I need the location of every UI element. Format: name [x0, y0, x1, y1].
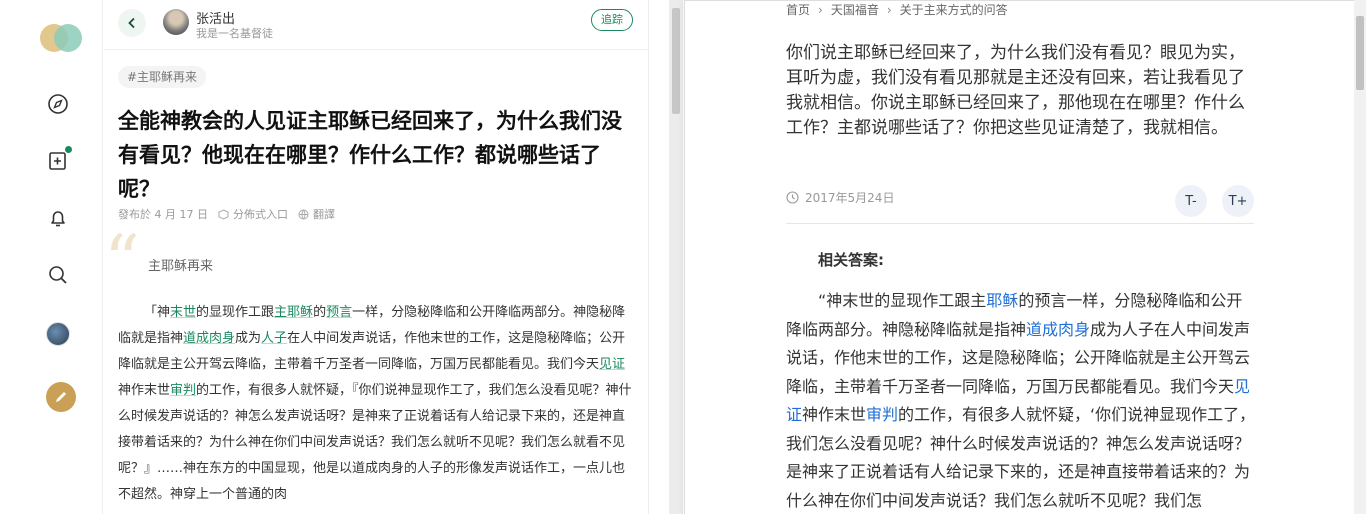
breadcrumb-item[interactable]: 首页 — [786, 1, 810, 18]
search-icon[interactable] — [46, 263, 70, 287]
question-text: 你们说主耶稣已经回来了，为什么我们没有看见？眼见为实，耳听为虚，我们没有看见那就… — [786, 43, 1245, 138]
answer-body: “神末世的显现作工跟主耶稣的预言一样，分隐秘降临和公开降临两部分。神隐秘降临就是… — [786, 287, 1256, 514]
inline-link[interactable]: 审判 — [170, 383, 196, 398]
follow-button[interactable]: 追踪 — [591, 9, 633, 31]
body-text-run: 的 — [313, 305, 327, 320]
add-note-icon[interactable] — [46, 146, 72, 172]
inline-link[interactable]: 道成肉身 — [183, 331, 235, 346]
source-link[interactable]: 分佈式入口 — [218, 206, 288, 222]
globe-icon — [298, 209, 309, 219]
inline-link[interactable]: 审判 — [866, 405, 898, 424]
chevron-right-icon: › — [818, 2, 823, 17]
clock-icon — [786, 191, 799, 204]
pane-gutter — [650, 0, 668, 514]
user-avatar[interactable] — [46, 322, 70, 346]
article-body: 「神末世的显现作工跟主耶稣的预言一样，分隐秘降临和公开降临两部分。神隐秘降临就是… — [118, 300, 634, 508]
body-text-run: 「神 — [144, 305, 171, 320]
body-text-run: 成为 — [235, 331, 262, 346]
left-scrollbar-thumb[interactable] — [672, 8, 680, 114]
bell-icon[interactable] — [46, 206, 70, 230]
divider — [786, 223, 1254, 224]
quote-text: 主耶稣再来 — [148, 259, 214, 274]
article-meta: 發布於 4 月 17 日 分佈式入口 翻譯 — [118, 206, 335, 222]
body-text-run: 神作末世 — [118, 383, 171, 398]
back-button[interactable] — [118, 9, 146, 37]
pencil-icon[interactable] — [46, 382, 76, 412]
breadcrumb: 首页 › 天国福音 › 关于主来方式的问答 — [786, 1, 1008, 18]
date-label: 2017年5月24日 — [805, 191, 895, 205]
quote-mark-icon: “ — [104, 220, 140, 302]
author-avatar[interactable] — [163, 9, 189, 35]
cube-icon — [218, 208, 229, 220]
inline-link[interactable]: 耶稣 — [986, 291, 1018, 310]
font-larger-button[interactable]: T+ — [1222, 185, 1254, 217]
body-text-run: 的工作，有很多人就怀疑，『你们说神显现作工了，我们怎么没看见呢？神什么时候发声说… — [118, 383, 632, 502]
breadcrumb-item[interactable]: 天国福音 — [831, 1, 879, 18]
chevron-left-icon — [128, 17, 135, 29]
inline-link[interactable]: 末世 — [170, 305, 196, 320]
post-date: 2017年5月24日 — [786, 189, 894, 206]
topic-tag[interactable]: #主耶稣再来 — [118, 66, 207, 88]
inline-link[interactable]: 预言 — [326, 305, 352, 320]
left-rail — [0, 0, 103, 514]
compass-icon[interactable] — [46, 92, 70, 116]
body-text-run: 的显现作工跟 — [196, 305, 275, 320]
font-smaller-button[interactable]: T- — [1175, 185, 1207, 217]
body-text-run: “神末世的显现作工跟主 — [818, 291, 987, 310]
article-pane: 张活出 我是一名基督徒 追踪 #主耶稣再来 全能神教会的人见证主耶稣已经回来了，… — [104, 0, 649, 514]
article-topbar: 张活出 我是一名基督徒 追踪 — [104, 0, 648, 50]
breadcrumb-item[interactable]: 关于主来方式的问答 — [900, 1, 1008, 18]
reference-pane: 首页 › 天国福音 › 关于主来方式的问答 你们说主耶稣已经回来了，为什么我们没… — [684, 0, 1354, 514]
inline-link[interactable]: 人子 — [261, 331, 287, 346]
notification-dot — [65, 146, 72, 153]
inline-link[interactable]: 见证 — [599, 357, 625, 372]
body-text-run: 神作末世 — [802, 405, 867, 424]
right-scrollbar-thumb[interactable] — [1356, 16, 1364, 90]
inline-link[interactable]: 主耶稣 — [274, 305, 313, 320]
author-bio: 我是一名基督徒 — [196, 27, 273, 40]
app-logo[interactable] — [40, 24, 84, 52]
chevron-right-icon: › — [886, 2, 892, 17]
article-title: 全能神教会的人见证主耶稣已经回来了，为什么我们没有看见？他现在在哪里？作什么工作… — [118, 109, 622, 201]
inline-link[interactable]: 道成肉身 — [1026, 320, 1090, 339]
related-answers-heading: 相关答案: — [818, 251, 884, 269]
translate-link[interactable]: 翻譯 — [298, 206, 335, 222]
